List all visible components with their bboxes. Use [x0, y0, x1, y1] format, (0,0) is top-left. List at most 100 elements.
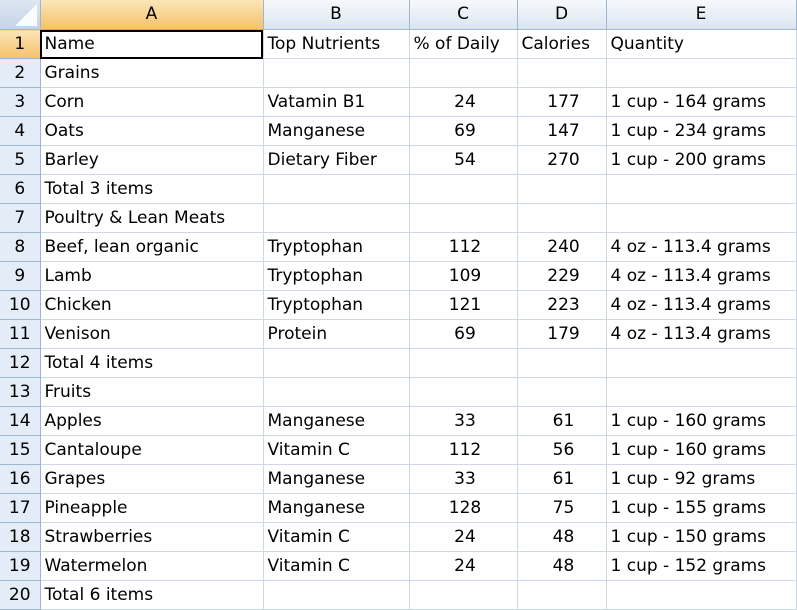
cell-d4[interactable]: 147	[517, 116, 607, 146]
column-header-c[interactable]: C	[409, 0, 518, 30]
row-header[interactable]: 1	[0, 29, 41, 59]
select-all-button[interactable]	[0, 0, 41, 30]
row-header[interactable]: 12	[0, 348, 41, 378]
cell-a18[interactable]: Strawberries	[40, 522, 264, 552]
cell-d12[interactable]	[517, 348, 607, 378]
cell-b16[interactable]: Manganese	[263, 464, 410, 494]
cell-b1[interactable]: Top Nutrients	[263, 29, 410, 59]
cell-a9[interactable]: Lamb	[40, 261, 264, 291]
row-header[interactable]: 20	[0, 580, 41, 610]
cell-c18[interactable]: 24	[409, 522, 518, 552]
row-header[interactable]: 19	[0, 551, 41, 581]
cell-b4[interactable]: Manganese	[263, 116, 410, 146]
cell-d15[interactable]: 56	[517, 435, 607, 465]
cell-b20[interactable]	[263, 580, 410, 610]
cell-e4[interactable]: 1 cup - 234 grams	[606, 116, 797, 146]
cell-b10[interactable]: Tryptophan	[263, 290, 410, 320]
cell-b11[interactable]: Protein	[263, 319, 410, 349]
cell-c6[interactable]	[409, 174, 518, 204]
cell-e1[interactable]: Quantity	[606, 29, 797, 59]
cell-e10[interactable]: 4 oz - 113.4 grams	[606, 290, 797, 320]
cell-e18[interactable]: 1 cup - 150 grams	[606, 522, 797, 552]
cell-c11[interactable]: 69	[409, 319, 518, 349]
cell-c10[interactable]: 121	[409, 290, 518, 320]
cell-c5[interactable]: 54	[409, 145, 518, 175]
column-header-b[interactable]: B	[263, 0, 410, 30]
cell-d5[interactable]: 270	[517, 145, 607, 175]
cell-c20[interactable]	[409, 580, 518, 610]
cell-e19[interactable]: 1 cup - 152 grams	[606, 551, 797, 581]
cell-a5[interactable]: Barley	[40, 145, 264, 175]
cell-d8[interactable]: 240	[517, 232, 607, 262]
cell-c15[interactable]: 112	[409, 435, 518, 465]
cell-c3[interactable]: 24	[409, 87, 518, 117]
cell-a6[interactable]: Total 3 items	[40, 174, 264, 204]
cell-d9[interactable]: 229	[517, 261, 607, 291]
row-header[interactable]: 2	[0, 58, 41, 88]
cell-c9[interactable]: 109	[409, 261, 518, 291]
row-header[interactable]: 18	[0, 522, 41, 552]
cell-b12[interactable]	[263, 348, 410, 378]
column-header-a[interactable]: A	[40, 0, 264, 30]
cell-b2[interactable]	[263, 58, 410, 88]
cell-d13[interactable]	[517, 377, 607, 407]
cell-e3[interactable]: 1 cup - 164 grams	[606, 87, 797, 117]
cell-d20[interactable]	[517, 580, 607, 610]
cell-a19[interactable]: Watermelon	[40, 551, 264, 581]
cell-e14[interactable]: 1 cup - 160 grams	[606, 406, 797, 436]
cell-d19[interactable]: 48	[517, 551, 607, 581]
cell-d1[interactable]: Calories	[517, 29, 607, 59]
row-header[interactable]: 8	[0, 232, 41, 262]
cell-e15[interactable]: 1 cup - 160 grams	[606, 435, 797, 465]
cell-e6[interactable]	[606, 174, 797, 204]
row-header[interactable]: 13	[0, 377, 41, 407]
cell-c13[interactable]	[409, 377, 518, 407]
cell-a17[interactable]: Pineapple	[40, 493, 264, 523]
cell-a3[interactable]: Corn	[40, 87, 264, 117]
row-header[interactable]: 17	[0, 493, 41, 523]
cell-e2[interactable]	[606, 58, 797, 88]
cell-e16[interactable]: 1 cup - 92 grams	[606, 464, 797, 494]
cell-e9[interactable]: 4 oz - 113.4 grams	[606, 261, 797, 291]
cell-a14[interactable]: Apples	[40, 406, 264, 436]
row-header[interactable]: 6	[0, 174, 41, 204]
cell-a11[interactable]: Venison	[40, 319, 264, 349]
row-header[interactable]: 4	[0, 116, 41, 146]
cell-a2[interactable]: Grains	[40, 58, 264, 88]
cell-b5[interactable]: Dietary Fiber	[263, 145, 410, 175]
cell-b15[interactable]: Vitamin C	[263, 435, 410, 465]
row-header[interactable]: 14	[0, 406, 41, 436]
cell-d16[interactable]: 61	[517, 464, 607, 494]
cell-c12[interactable]	[409, 348, 518, 378]
cell-a12[interactable]: Total 4 items	[40, 348, 264, 378]
cell-d18[interactable]: 48	[517, 522, 607, 552]
cell-b6[interactable]	[263, 174, 410, 204]
cell-e7[interactable]	[606, 203, 797, 233]
cell-b14[interactable]: Manganese	[263, 406, 410, 436]
cell-a15[interactable]: Cantaloupe	[40, 435, 264, 465]
row-header[interactable]: 7	[0, 203, 41, 233]
cell-d17[interactable]: 75	[517, 493, 607, 523]
cell-e20[interactable]	[606, 580, 797, 610]
cell-e17[interactable]: 1 cup - 155 grams	[606, 493, 797, 523]
cell-b19[interactable]: Vitamin C	[263, 551, 410, 581]
cell-b7[interactable]	[263, 203, 410, 233]
column-header-d[interactable]: D	[517, 0, 607, 30]
cell-c16[interactable]: 33	[409, 464, 518, 494]
cell-a1[interactable]: Name	[40, 29, 264, 59]
cell-c7[interactable]	[409, 203, 518, 233]
cell-b3[interactable]: Vatamin B1	[263, 87, 410, 117]
cell-e12[interactable]	[606, 348, 797, 378]
cell-c14[interactable]: 33	[409, 406, 518, 436]
cell-a13[interactable]: Fruits	[40, 377, 264, 407]
cell-c17[interactable]: 128	[409, 493, 518, 523]
cell-b13[interactable]	[263, 377, 410, 407]
cell-a10[interactable]: Chicken	[40, 290, 264, 320]
row-header[interactable]: 11	[0, 319, 41, 349]
cell-a4[interactable]: Oats	[40, 116, 264, 146]
cell-a7[interactable]: Poultry & Lean Meats	[40, 203, 264, 233]
cell-a20[interactable]: Total 6 items	[40, 580, 264, 610]
cell-d11[interactable]: 179	[517, 319, 607, 349]
cell-c4[interactable]: 69	[409, 116, 518, 146]
cell-e11[interactable]: 4 oz - 113.4 grams	[606, 319, 797, 349]
